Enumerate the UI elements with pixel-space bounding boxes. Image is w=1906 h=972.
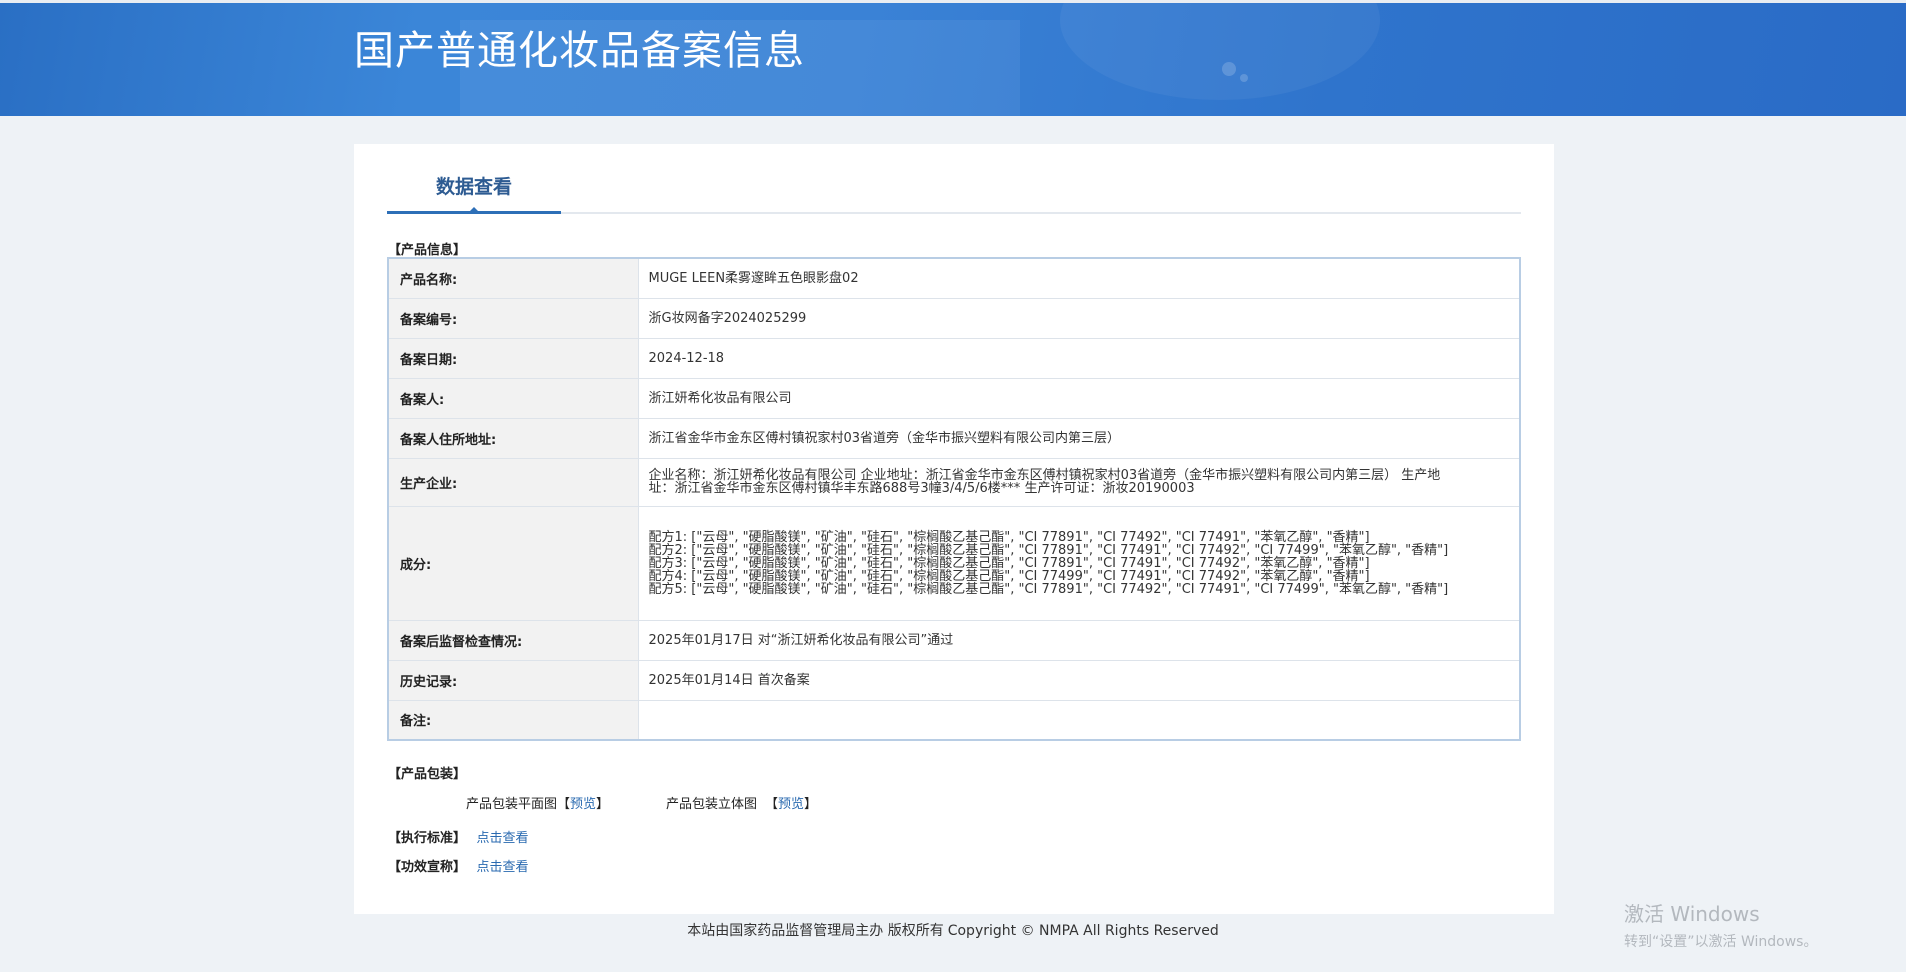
efficacy-label: 【功效宣称】 (388, 860, 467, 875)
windows-activation-watermark: 激活 Windows 转到“设置”以激活 Windows。 (1624, 898, 1817, 951)
table-row: 备案人住所地址: 浙江省金华市金东区傅村镇祝家村03省道旁（金华市振兴塑料有限公司… (387, 417, 1521, 459)
watermark-title: 激活 Windows (1624, 902, 1760, 926)
row-value: MUGE LEEN柔雾邃眸五色眼影盘02 (637, 257, 1521, 299)
row-value: 2025年01月14日 首次备案 (637, 659, 1521, 701)
row-key: 备注: (387, 699, 639, 741)
table-row: 备案日期: 2024-12-18 (387, 337, 1521, 379)
bracket: 】 (596, 797, 610, 812)
content-card: 数据查看 【产品信息】 产品名称: MUGE LEEN柔雾邃眸五色眼影盘02 备案编… (354, 144, 1554, 914)
tab-bar: 数据查看 (387, 144, 1521, 214)
table-row: 成分: 配方1: ["云母", "硬脂酸镁", "矿油", "硅石", "棕榈酸乙… (387, 505, 1521, 621)
row-value: 企业名称：浙江妍希化妆品有限公司 企业地址：浙江省金华市金东区傅村镇祝家村03省… (637, 457, 1521, 507)
table-row: 历史记录: 2025年01月14日 首次备案 (387, 659, 1521, 701)
packaging-stereo-row: 产品包装立体图 【预览】 (666, 793, 817, 812)
packaging-flat-label: 产品包装平面图 (466, 797, 558, 812)
tab-data-view[interactable]: 数据查看 (387, 172, 561, 214)
packaging-flat-row: 产品包装平面图【预览】 (466, 793, 609, 812)
footer-copyright: Copyright © NMPA All Rights Reserved (947, 923, 1219, 939)
row-key: 备案后监督检查情况: (387, 619, 639, 661)
footer-sponsor: 本站由国家药品监督管理局主办 版权所有 (687, 923, 944, 939)
banner-decoration (1060, 0, 1380, 100)
row-key: 生产企业: (387, 457, 639, 507)
row-key: 成分: (387, 505, 639, 621)
bracket: 】 (804, 797, 818, 812)
row-value: 浙江省金华市金东区傅村镇祝家村03省道旁（金华市振兴塑料有限公司内第三层） (637, 417, 1521, 459)
row-key: 产品名称: (387, 257, 639, 299)
banner-dot (1222, 62, 1236, 76)
row-key: 历史记录: (387, 659, 639, 701)
row-value: 浙G妆网备字2024025299 (637, 297, 1521, 339)
section-heading-standard: 【执行标准】 点击查看 (388, 827, 529, 846)
standard-view-link[interactable]: 点击查看 (477, 831, 529, 846)
packaging-stereo-preview-link[interactable]: 预览 (778, 797, 804, 812)
page-banner: 国产普通化妆品备案信息 (0, 0, 1906, 116)
table-row: 生产企业: 企业名称：浙江妍希化妆品有限公司 企业地址：浙江省金华市金东区傅村镇祝… (387, 457, 1521, 507)
standard-label: 【执行标准】 (388, 831, 467, 846)
section-heading-product-info: 【产品信息】 (388, 243, 467, 258)
efficacy-view-link[interactable]: 点击查看 (477, 860, 529, 875)
table-row: 备案人: 浙江妍希化妆品有限公司 (387, 377, 1521, 419)
table-row: 备注: (387, 699, 1521, 741)
page-footer: 本站由国家药品监督管理局主办 版权所有 Copyright © NMPA All … (0, 920, 1906, 940)
table-row: 产品名称: MUGE LEEN柔雾邃眸五色眼影盘02 (387, 257, 1521, 299)
row-value: 2025年01月17日 对“浙江妍希化妆品有限公司”通过 (637, 619, 1521, 661)
section-heading-packaging: 【产品包装】 (388, 767, 467, 782)
row-key: 备案人: (387, 377, 639, 419)
packaging-stereo-label: 产品包装立体图 (666, 797, 758, 812)
bracket: 【 (557, 797, 571, 812)
watermark-subtitle: 转到“设置”以激活 Windows。 (1624, 934, 1818, 950)
table-row: 备案编号: 浙G妆网备字2024025299 (387, 297, 1521, 339)
bracket: 【 (765, 797, 779, 812)
row-value: 2024-12-18 (637, 337, 1521, 379)
banner-dot (1240, 74, 1248, 82)
product-info-table: 产品名称: MUGE LEEN柔雾邃眸五色眼影盘02 备案编号: 浙G妆网备字2024… (387, 257, 1521, 741)
row-key: 备案日期: (387, 337, 639, 379)
packaging-flat-preview-link[interactable]: 预览 (570, 797, 596, 812)
table-row: 备案后监督检查情况: 2025年01月17日 对“浙江妍希化妆品有限公司”通过 (387, 619, 1521, 661)
tab-label: 数据查看 (435, 176, 512, 198)
section-heading-efficacy: 【功效宣称】 点击查看 (388, 856, 529, 875)
row-key: 备案人住所地址: (387, 417, 639, 459)
row-value (637, 699, 1521, 741)
row-value: 浙江妍希化妆品有限公司 (637, 377, 1521, 419)
page-title: 国产普通化妆品备案信息 (354, 28, 805, 74)
row-value: 配方1: ["云母", "硬脂酸镁", "矿油", "硅石", "棕榈酸乙基己酯… (637, 505, 1521, 621)
row-key: 备案编号: (387, 297, 639, 339)
tab-indicator-icon (467, 207, 481, 214)
